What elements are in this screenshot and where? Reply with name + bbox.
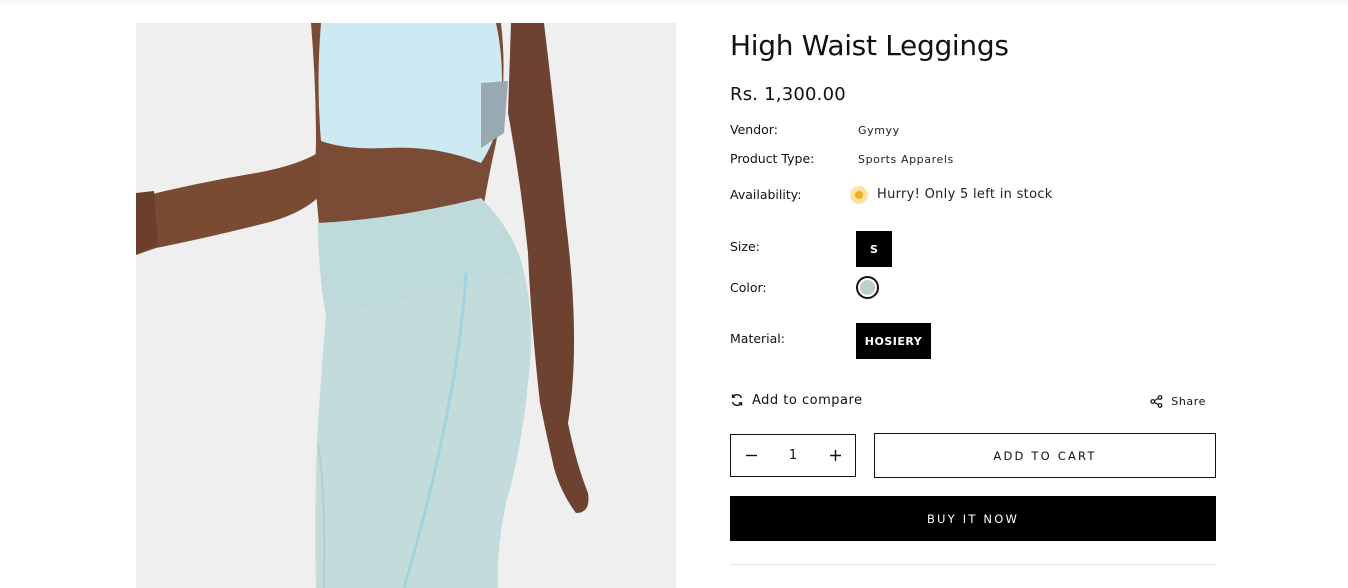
quantity-decrement-button[interactable]	[741, 446, 761, 466]
color-label: Color:	[730, 280, 767, 295]
add-to-compare-button[interactable]: Add to compare	[730, 390, 863, 410]
availability-value: Hurry! Only 5 left in stock	[877, 187, 1053, 202]
stock-indicator-icon	[850, 186, 868, 204]
size-option-s[interactable]: S	[856, 231, 892, 267]
availability-label: Availability:	[730, 187, 802, 202]
product-image[interactable]	[136, 23, 676, 588]
buy-it-now-button[interactable]: BUY IT NOW	[730, 496, 1216, 541]
add-to-compare-label: Add to compare	[752, 392, 863, 408]
product-type-value[interactable]: Sports Apparels	[858, 153, 954, 166]
plus-icon	[829, 450, 841, 461]
quantity-stepper	[730, 434, 856, 477]
vendor-label: Vendor:	[730, 122, 778, 137]
refresh-icon	[731, 394, 743, 406]
product-type-label: Product Type:	[730, 151, 815, 166]
color-swatch[interactable]	[856, 276, 879, 299]
material-label: Material:	[730, 331, 785, 346]
quantity-increment-button[interactable]	[825, 446, 845, 466]
header-shadow	[0, 0, 1348, 6]
product-photo-illustration	[136, 23, 676, 588]
color-swatch-fill	[860, 280, 875, 295]
share-button[interactable]: Share	[1150, 391, 1206, 411]
divider	[730, 564, 1216, 565]
product-price: Rs. 1,300.00	[730, 84, 846, 105]
vendor-value[interactable]: Gymyy	[858, 124, 900, 137]
product-title: High Waist Leggings	[730, 29, 1009, 62]
add-to-cart-button[interactable]: ADD TO CART	[874, 433, 1216, 478]
share-icon	[1150, 394, 1163, 408]
size-label: Size:	[730, 239, 760, 254]
share-label: Share	[1171, 394, 1206, 408]
material-option-hosiery[interactable]: HOSIERY	[856, 323, 931, 359]
quantity-input[interactable]	[773, 448, 813, 463]
minus-icon	[745, 454, 757, 457]
